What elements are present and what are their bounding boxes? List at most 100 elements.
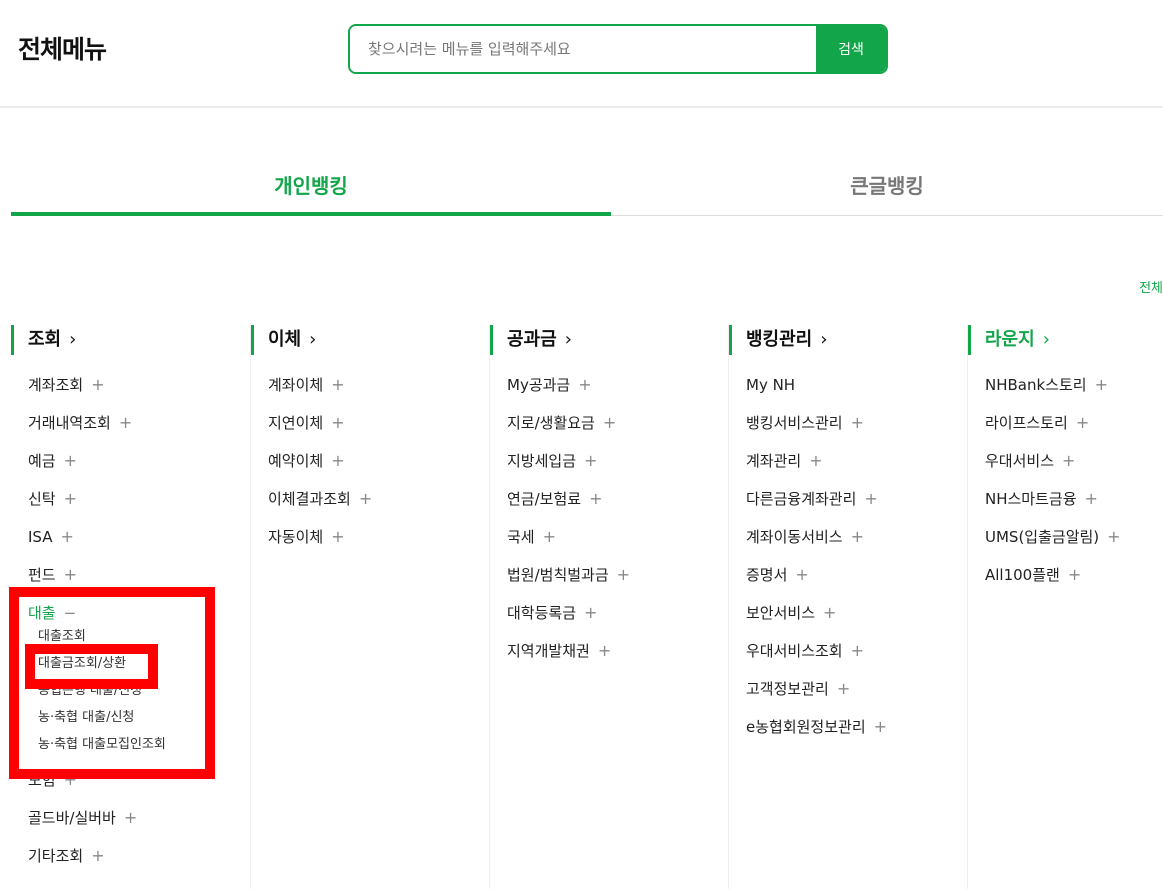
expand-plus-icon[interactable]: + bbox=[578, 375, 591, 394]
expand-plus-icon[interactable]: + bbox=[359, 489, 372, 508]
menu-item[interactable]: 계좌이동서비스 + bbox=[746, 525, 887, 563]
expand-plus-icon[interactable]: + bbox=[1085, 489, 1098, 508]
expand-plus-icon[interactable]: + bbox=[1107, 527, 1120, 546]
menu-item-label: My NH bbox=[746, 376, 796, 394]
menu-item[interactable]: All100플랜 + bbox=[985, 563, 1121, 601]
expand-plus-icon[interactable]: + bbox=[119, 413, 132, 432]
submenu-item[interactable]: 대출조회 bbox=[38, 627, 166, 654]
menu-item[interactable]: 거래내역조회 + bbox=[28, 411, 166, 449]
menu-item[interactable]: 연금/보험료 + bbox=[507, 487, 630, 525]
menu-item[interactable]: 우대서비스조회 + bbox=[746, 639, 887, 677]
menu-item[interactable]: e농협회원정보관리 + bbox=[746, 715, 887, 753]
expand-plus-icon[interactable]: + bbox=[837, 679, 850, 698]
menu-item[interactable]: 우대서비스 + bbox=[985, 449, 1121, 487]
menu-item[interactable]: 예약이체 + bbox=[268, 449, 372, 487]
expand-plus-icon[interactable]: + bbox=[1068, 565, 1081, 584]
menu-item[interactable]: 골드바/실버바 + bbox=[28, 806, 166, 844]
tab-personal-banking[interactable]: 개인뱅킹 bbox=[11, 160, 611, 216]
expand-plus-icon[interactable]: + bbox=[851, 641, 864, 660]
expand-plus-icon[interactable]: + bbox=[1095, 375, 1108, 394]
expand-plus-icon[interactable]: + bbox=[603, 413, 616, 432]
menu-item[interactable]: 지연이체 + bbox=[268, 411, 372, 449]
menu-item[interactable]: 국세 + bbox=[507, 525, 630, 563]
expand-plus-icon[interactable]: + bbox=[851, 527, 864, 546]
menu-item[interactable]: 펀드 + bbox=[28, 563, 166, 601]
menu-item-label: 거래내역조회 bbox=[28, 414, 111, 432]
expand-plus-icon[interactable]: + bbox=[543, 527, 556, 546]
column-heading-transfer[interactable]: 이체 › bbox=[251, 325, 316, 355]
menu-item[interactable]: 보안서비스 + bbox=[746, 601, 887, 639]
menu-item-label: 뱅킹서비스관리 bbox=[746, 414, 843, 432]
menu-item[interactable]: UMS(입출금알림) + bbox=[985, 525, 1121, 563]
menu-item[interactable]: 계좌조회 + bbox=[28, 373, 166, 411]
menu-item-label: All100플랜 bbox=[985, 566, 1060, 584]
expand-plus-icon[interactable]: + bbox=[61, 527, 74, 546]
tab-bar: 개인뱅킹 큰글뱅킹 bbox=[11, 160, 1163, 216]
expand-plus-icon[interactable]: + bbox=[823, 603, 836, 622]
menu-item[interactable]: My공과금 + bbox=[507, 373, 630, 411]
expand-plus-icon[interactable]: + bbox=[1076, 413, 1089, 432]
menu-item[interactable]: NHBank스토리 + bbox=[985, 373, 1121, 411]
menu-item[interactable]: 고객정보관리 + bbox=[746, 677, 887, 715]
expand-plus-icon[interactable]: + bbox=[331, 413, 344, 432]
submenu-item[interactable]: 농협은행 대출/신청 bbox=[38, 681, 166, 708]
menu-item[interactable]: 법원/범칙벌과금 + bbox=[507, 563, 630, 601]
expand-plus-icon[interactable]: + bbox=[584, 603, 597, 622]
expand-plus-icon[interactable]: + bbox=[331, 375, 344, 394]
expand-plus-icon[interactable]: + bbox=[617, 565, 630, 584]
menu-item[interactable]: 다른금융계좌관리 + bbox=[746, 487, 887, 525]
expand-plus-icon[interactable]: + bbox=[864, 489, 877, 508]
menu-item-label: 계좌이체 bbox=[268, 376, 324, 394]
menu-item[interactable]: 대학등록금 + bbox=[507, 601, 630, 639]
column-heading-banking-management[interactable]: 뱅킹관리 › bbox=[729, 325, 827, 355]
menu-item[interactable]: 이체결과조회 + bbox=[268, 487, 372, 525]
menu-item[interactable]: 라이프스토리 + bbox=[985, 411, 1121, 449]
expand-plus-icon[interactable]: + bbox=[874, 717, 887, 736]
menu-item[interactable]: 계좌이체 + bbox=[268, 373, 372, 411]
column-heading-inquiry[interactable]: 조회 › bbox=[11, 325, 76, 355]
expand-plus-icon[interactable]: + bbox=[851, 413, 864, 432]
menu-item[interactable]: 자동이체 + bbox=[268, 525, 372, 563]
search-button[interactable]: 검색 bbox=[816, 26, 886, 72]
expand-plus-icon[interactable]: + bbox=[795, 565, 808, 584]
expand-plus-icon[interactable]: + bbox=[331, 451, 344, 470]
expand-plus-icon[interactable]: + bbox=[809, 451, 822, 470]
menu-item[interactable]: 지로/생활요금 + bbox=[507, 411, 630, 449]
menu-item-label: 펀드 bbox=[28, 566, 56, 584]
expand-plus-icon[interactable]: + bbox=[91, 375, 104, 394]
expand-plus-icon[interactable]: + bbox=[64, 770, 77, 789]
menu-item[interactable]: 지방세입금 + bbox=[507, 449, 630, 487]
expand-plus-icon[interactable]: + bbox=[124, 808, 137, 827]
column-heading-lounge[interactable]: 라운지 › bbox=[968, 325, 1050, 355]
menu-item[interactable]: 예금 + bbox=[28, 449, 166, 487]
menu-item[interactable]: ISA + bbox=[28, 525, 166, 563]
view-all-link[interactable]: 전체 bbox=[1139, 277, 1163, 296]
menu-item[interactable]: 증명서 + bbox=[746, 563, 887, 601]
menu-item[interactable]: 신탁 + bbox=[28, 487, 166, 525]
expand-plus-icon[interactable]: + bbox=[589, 489, 602, 508]
submenu-item[interactable]: 농·축협 대출모집인조회 bbox=[38, 735, 166, 762]
menu-item[interactable]: 대출 − 대출조회 대출금조회/상환 농협은행 대출/신청 농·축협 대출/신청 농·축협 … bbox=[28, 601, 166, 762]
menu-item[interactable]: 뱅킹서비스관리 + bbox=[746, 411, 887, 449]
menu-item[interactable]: 보험 + bbox=[28, 768, 166, 806]
expand-plus-icon[interactable]: + bbox=[331, 527, 344, 546]
tab-large-text-banking[interactable]: 큰글뱅킹 bbox=[611, 160, 1163, 216]
expand-plus-icon[interactable]: + bbox=[64, 565, 77, 584]
submenu-item[interactable]: 대출금조회/상환 bbox=[38, 654, 166, 681]
column-heading-label: 이체 bbox=[268, 329, 302, 350]
column-heading-utility-bills[interactable]: 공과금 › bbox=[490, 325, 572, 355]
search-input[interactable] bbox=[350, 26, 816, 72]
menu-item[interactable]: NH스마트금융 + bbox=[985, 487, 1121, 525]
expand-plus-icon[interactable]: + bbox=[1062, 451, 1075, 470]
menu-item[interactable]: My NH bbox=[746, 373, 887, 411]
expand-plus-icon[interactable]: + bbox=[64, 451, 77, 470]
menu-item[interactable]: 계좌관리 + bbox=[746, 449, 887, 487]
menu-item[interactable]: 기타조회 + bbox=[28, 844, 166, 882]
collapse-minus-icon[interactable]: − bbox=[64, 604, 77, 622]
expand-plus-icon[interactable]: + bbox=[91, 846, 104, 865]
menu-item[interactable]: 지역개발채권 + bbox=[507, 639, 630, 677]
expand-plus-icon[interactable]: + bbox=[584, 451, 597, 470]
expand-plus-icon[interactable]: + bbox=[598, 641, 611, 660]
expand-plus-icon[interactable]: + bbox=[64, 489, 77, 508]
submenu-item[interactable]: 농·축협 대출/신청 bbox=[38, 708, 166, 735]
